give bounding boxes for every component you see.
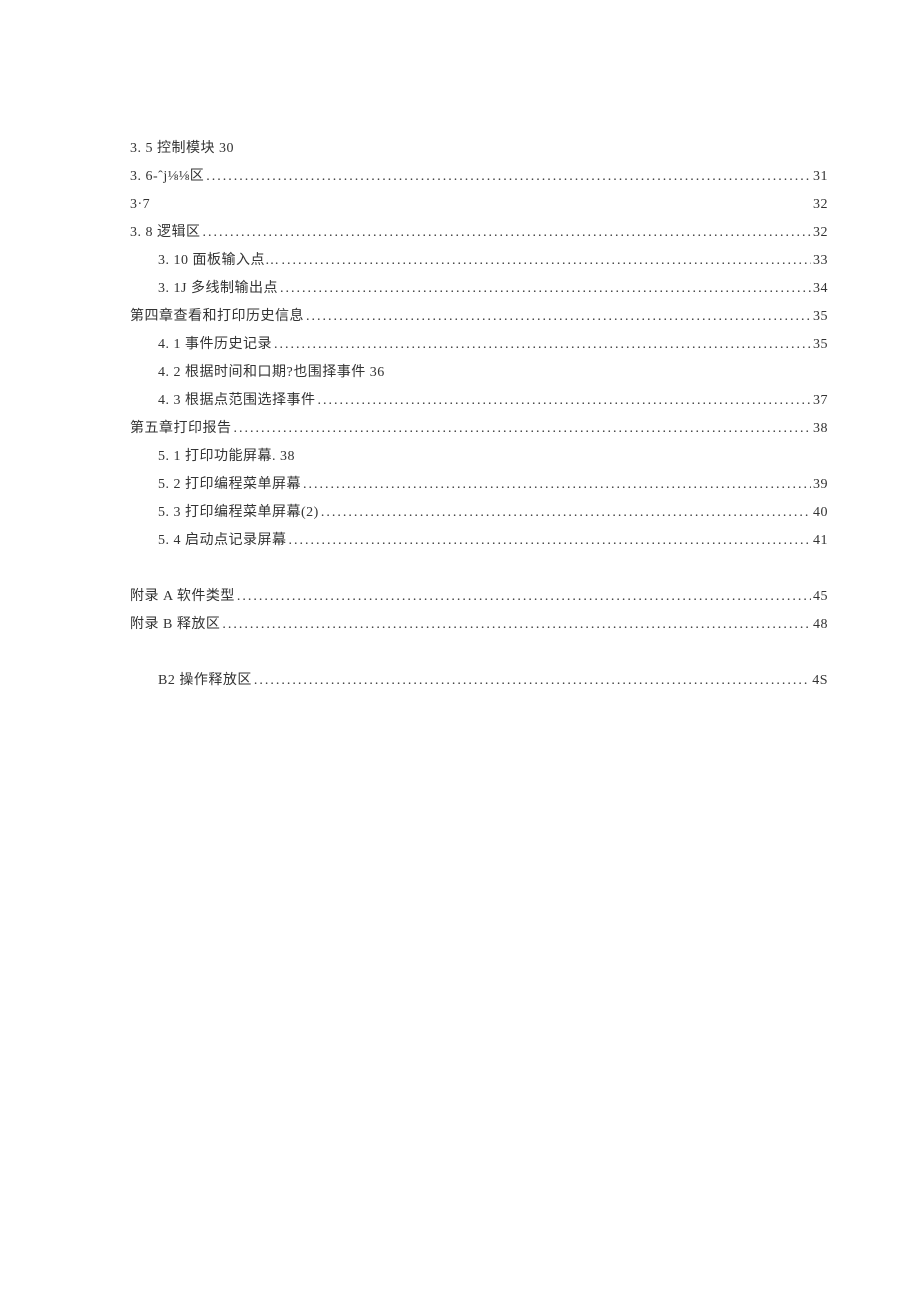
toc-label: 5. 3 打印编程菜单屏幕(2) [158,506,319,520]
toc-entry: 3. 8 逻辑区 32 [130,226,828,241]
toc-leader-dots [282,254,812,268]
toc-leader-dots [234,422,812,436]
toc-page-number: 41 [813,534,828,548]
toc-label: 3. 8 逻辑区 [130,226,201,240]
toc-page-number: 4S [812,674,828,688]
toc-label: 3·7 [130,198,150,212]
toc-label: 3. 6-ˆj⅛⅛区 [130,170,204,184]
toc-entry: 第五章打印报告 38 [130,422,828,437]
toc-label: 附录 A 软件类型 [130,590,235,604]
toc-label: 3. 1J 多线制输出点 [158,282,278,296]
toc-leader-dots [289,534,812,548]
toc-entry: 3. 10 面板输入点… 33 [130,254,828,269]
toc-page-number: 33 [813,254,828,268]
toc-entry: 5. 1 打印功能屏幕. 38 [130,450,828,465]
toc-gap [130,562,828,590]
toc-page-number: 32 [813,198,828,212]
toc-entry: 4. 2 根据时间和口期?也围择事件 36 [130,366,828,381]
toc-leader-dots [303,478,811,492]
toc-entry: 第四章查看和打印历史信息 35 [130,310,828,325]
toc-page-number: 45 [813,590,828,604]
toc-label: 4. 1 事件历史记录 [158,338,272,352]
toc-label: B2 操作释放区 [158,674,252,688]
toc-page-number: 34 [813,282,828,296]
toc-label: 5. 1 打印功能屏幕. 38 [158,450,295,464]
toc-label: 附录 B 释放区 [130,618,220,632]
toc-label: 5. 4 启动点记录屏幕 [158,534,287,548]
toc-label: 3. 5 控制模块 30 [130,142,234,156]
toc-entry: 4. 3 根据点范围选择事件 37 [130,394,828,409]
toc-entry: B2 操作释放区 4S [130,674,828,689]
toc-leader-dots [254,674,810,688]
toc-entry: 附录 A 软件类型 45 [130,590,828,605]
toc-label: 5. 2 打印编程菜单屏幕 [158,478,301,492]
toc-label: 3. 10 面板输入点… [158,254,280,268]
toc-leader-dots [321,506,811,520]
toc-leader-dots [274,338,811,352]
toc-leader-dots [280,282,811,296]
toc-page-number: 37 [813,394,828,408]
toc-container: 3. 5 控制模块 303. 6-ˆj⅛⅛区313·7323. 8 逻辑区323… [130,142,828,689]
toc-leader-dots [318,394,812,408]
toc-entry: 3. 6-ˆj⅛⅛区 31 [130,170,828,185]
toc-page-number: 38 [813,422,828,436]
toc-page-number: 31 [813,170,828,184]
toc-leader-dots [237,590,811,604]
toc-entry: 5. 3 打印编程菜单屏幕(2) 40 [130,506,828,521]
toc-page-number: 39 [813,478,828,492]
toc-entry: 4. 1 事件历史记录 35 [130,338,828,353]
toc-label: 4. 3 根据点范围选择事件 [158,394,316,408]
toc-leader-dots [206,170,811,184]
toc-page-number: 40 [813,506,828,520]
toc-entry: 附录 B 释放区 48 [130,618,828,633]
toc-entry: 3·7 32 [130,198,828,213]
toc-leader-dots [203,226,812,240]
toc-page-number: 35 [813,310,828,324]
toc-leader-dots [222,618,811,632]
toc-label: 第五章打印报告 [130,422,232,436]
toc-label: 4. 2 根据时间和口期?也围择事件 36 [158,366,385,380]
toc-leader-dots [306,310,811,324]
toc-page-number: 48 [813,618,828,632]
toc-label: 第四章查看和打印历史信息 [130,310,304,324]
toc-entry: 5. 4 启动点记录屏幕 41 [130,534,828,549]
toc-page: 3. 5 控制模块 303. 6-ˆj⅛⅛区313·7323. 8 逻辑区323… [0,0,920,1302]
toc-entry: 5. 2 打印编程菜单屏幕 39 [130,478,828,493]
toc-page-number: 32 [813,226,828,240]
toc-entry: 3. 5 控制模块 30 [130,142,828,157]
toc-entry: 3. 1J 多线制输出点 34 [130,282,828,297]
toc-page-number: 35 [813,338,828,352]
toc-gap [130,646,828,674]
